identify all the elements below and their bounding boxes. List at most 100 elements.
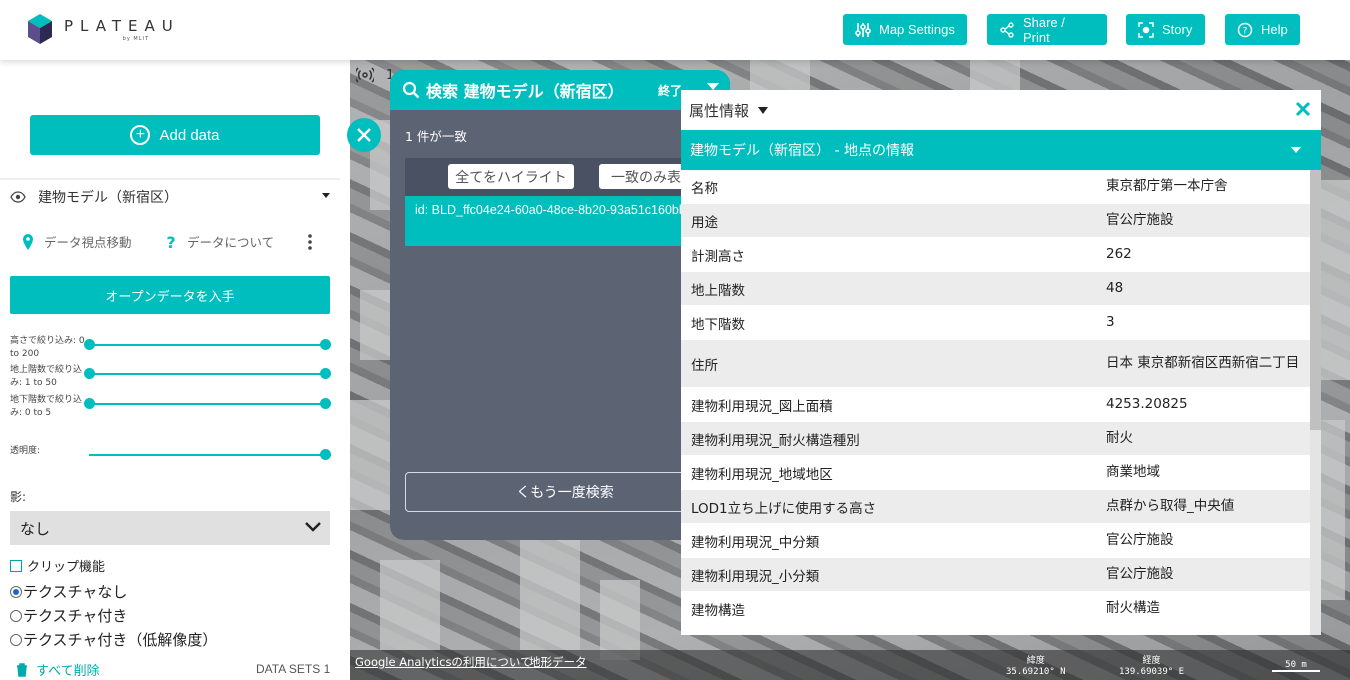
height-filter-label: 高さで絞り込み: 0 to 200 [10,336,85,359]
basement-filter-slider[interactable] [84,398,331,409]
add-data-button[interactable]: + Add data [30,115,320,155]
search-title: 検索 建物モデル（新宿区） [426,82,624,101]
delete-all-label: すべて削除 [36,664,100,679]
transparency-slider[interactable] [89,449,331,460]
caret-down-icon[interactable] [758,106,769,114]
map-settings-button[interactable]: Map Settings [843,14,967,45]
map-pin-icon [23,233,33,250]
help-button[interactable]: ? Help [1225,14,1300,45]
radio[interactable] [10,633,22,646]
attribute-value: 官公庁施設 [1106,212,1174,228]
shadow-label: 影: [10,490,27,504]
attribute-key: 用途 [691,214,718,231]
terrain-data-link[interactable]: 地形データ [529,654,587,670]
story-button[interactable]: Story [1126,14,1205,45]
attribute-value: 4253.20825 [1106,396,1188,412]
plus-circle-icon: + [130,125,151,145]
attribute-scrollbar-thumb[interactable] [1310,170,1321,430]
attribute-key: 建物利用現況_中分類 [691,534,820,551]
attribute-value: 官公庁施設 [1106,566,1174,582]
table-row: 計測高さ 262 [681,238,1310,272]
more-options-icon[interactable] [308,234,312,250]
height-filter-slider[interactable] [84,339,331,350]
search-again-button[interactable]: くもう一度検索 [405,472,725,512]
longitude-readout: 経度 139.69039° E [1119,656,1184,678]
eye-icon[interactable] [10,191,26,203]
latitude-label: 緯度 [1026,656,1045,666]
slider-handle-min[interactable] [84,398,95,409]
clip-label: クリップ機能 [27,560,106,575]
attribute-key: LOD1立ち上げに使用する高さ [691,500,877,517]
story-icon [1138,21,1154,38]
layer-item[interactable]: 建物モデル（新宿区） [10,186,330,208]
shadow-select[interactable]: なし [10,511,330,545]
table-row: 地上階数 48 [681,272,1310,306]
search-results: 全てをハイライト 一致のみ表 id: BLD_ffc04e24-60a0-48c… [405,158,725,246]
chevron-down-icon[interactable] [322,193,330,198]
caret-down-icon [1291,147,1301,153]
question-icon: ? [166,234,175,250]
texture-option-lowres[interactable]: テクスチャ付き（低解像度） [10,629,217,650]
attribute-key: 計測高さ [691,248,745,265]
search-icon [402,81,420,99]
attribute-value: 耐火 [1106,430,1133,446]
get-open-data-button[interactable]: オープンデータを入手 [10,276,330,314]
slider-handle-max[interactable] [320,368,331,379]
search-end-button[interactable]: 終了 [658,82,682,99]
texture-option-textured[interactable]: テクスチャ付き [10,605,127,626]
attribute-value: 耐火構造 [1106,600,1160,616]
texture-option-label: テクスチャ付き（低解像度） [23,631,218,649]
longitude-label: 経度 [1142,656,1161,666]
about-data-button[interactable]: ? データについて [166,232,274,251]
feature-info-section-header[interactable]: 建物モデル（新宿区） - 地点の情報 [681,130,1321,170]
latitude-readout: 緯度 35.69210° N [1006,656,1066,678]
texture-option-none[interactable]: テクスチャなし [10,581,127,602]
highlight-all-button[interactable]: 全てをハイライト [448,164,574,189]
attribute-table: 名称 東京都庁第一本庁舎 用途 官公庁施設 計測高さ 262 地上階数 48 地下階数 3 住所 日本… [681,170,1310,635]
share-print-label: Share / Print [1022,14,1065,45]
floors-filter-slider[interactable] [84,368,331,379]
table-row: 建物利用現況_小分類 官公庁施設 [681,558,1310,592]
scale-bar: 50 m [1272,660,1320,672]
slider-handle-min[interactable] [84,339,95,350]
zoom-to-data-button[interactable]: データ視点移動 [22,232,132,251]
slider-handle-max[interactable] [320,339,331,350]
about-data-label: データについて [187,235,275,250]
table-row: 地下階数 3 [681,306,1310,340]
map-settings-label: Map Settings [879,22,955,37]
longitude-value: 139.69039° E [1119,667,1185,677]
feature-info-subtitle: 建物モデル（新宿区） - 地点の情報 [690,143,914,159]
help-label: Help [1261,22,1288,37]
divider [0,178,340,180]
map-status-indicator: 1 [356,66,394,84]
feature-info-title: 属性情報 [689,101,750,120]
search-header: 検索 建物モデル（新宿区） 終了 [390,70,730,110]
clip-checkbox[interactable]: クリップ機能 [10,556,105,575]
datasets-count: DATA SETS 1 [256,662,331,676]
slider-handle-min[interactable] [84,368,95,379]
checkbox-box[interactable] [10,559,22,572]
feature-search-panel: 検索 建物モデル（新宿区） 終了 1 件が一致 全てをハイライト 一致のみ表 i… [390,70,730,540]
table-row: 建物利用現況_耐火構造種別 耐火 [681,422,1310,456]
story-label: Story [1162,22,1193,37]
close-icon[interactable] [1293,99,1313,119]
delete-all-button[interactable]: すべて削除 [16,660,100,679]
table-row: LOD1立ち上げに使用する高さ 点群から取得_中央値 [681,490,1310,524]
slider-handle-max[interactable] [320,398,331,409]
sliders-icon [855,22,871,37]
radio[interactable] [10,609,22,622]
table-row: 建物利用現況_図上面積 4253.20825 [681,388,1310,422]
list-item[interactable]: id: BLD_ffc04e24-60a0-48ce-8b20-93a51c16… [405,196,725,246]
slider-handle[interactable] [320,449,331,460]
basement-filter-label: 地下階数で絞り込み: 0 to 5 [10,395,83,418]
workbench-panel: + Add data 建物モデル（新宿区） データ視点移動 ? データについて … [0,60,350,680]
close-panel-button[interactable] [347,118,381,152]
analytics-link[interactable]: Google Analyticsの利用について [355,654,532,670]
table-row: 住所 日本 東京都新宿区西新宿二丁目 [681,340,1310,388]
layer-actions: データ視点移動 ? データについて [22,232,322,254]
share-print-button[interactable]: Share / Print [987,14,1107,45]
plateau-logo[interactable]: PLATEAU by MLIT [28,14,180,44]
radio-selected[interactable] [10,585,22,598]
add-data-label: Add data [159,126,220,144]
table-row: 建物構造 耐火構造 [681,592,1310,626]
